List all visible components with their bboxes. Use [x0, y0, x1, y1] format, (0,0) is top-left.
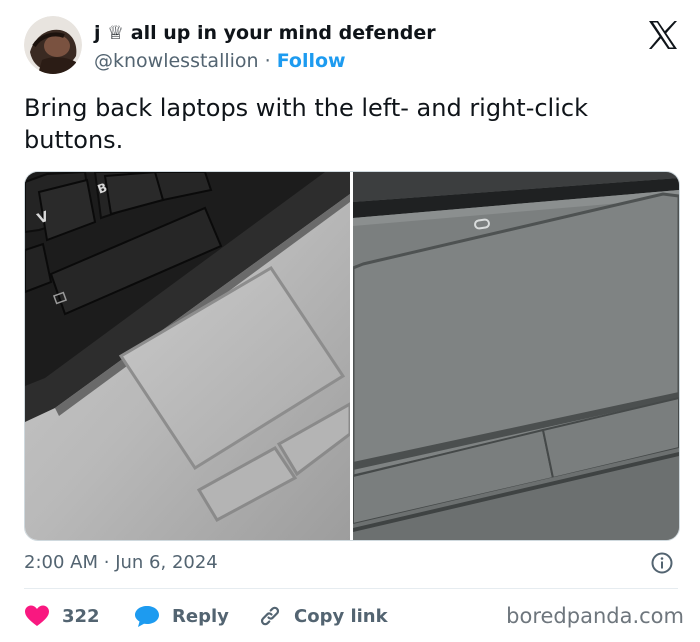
media-grid: V B	[24, 171, 680, 541]
heart-icon	[24, 604, 50, 628]
link-icon	[258, 604, 282, 628]
avatar[interactable]	[24, 16, 82, 74]
tweet-header: j ♕ all up in your mind defender @knowle…	[24, 16, 680, 80]
reply-bubble-icon	[134, 604, 160, 628]
author-display-name[interactable]: j ♕ all up in your mind defender	[94, 22, 436, 44]
photo-laptop-clickpad[interactable]	[353, 172, 679, 540]
follow-button[interactable]: Follow	[277, 50, 346, 72]
reply-label: Reply	[172, 605, 229, 627]
info-icon[interactable]	[651, 552, 673, 574]
timestamp-date: Jun 6, 2024	[115, 552, 218, 573]
handle-separator: ·	[264, 50, 271, 72]
avatar-image	[24, 16, 82, 74]
x-logo-icon[interactable]	[646, 18, 680, 52]
like-count: 322	[62, 605, 100, 627]
tweet-text: Bring back laptops with the left- and ri…	[24, 94, 588, 154]
reply-button[interactable]: Reply	[134, 602, 229, 630]
copy-link-label: Copy link	[294, 605, 388, 627]
timestamp-separator: ·	[103, 552, 110, 573]
tweet-timestamp[interactable]: 2:00 AM · Jun 6, 2024	[24, 552, 218, 573]
copy-link-button[interactable]: Copy link	[258, 602, 388, 630]
timestamp-time: 2:00 AM	[24, 552, 98, 573]
author-handle-line: @knowlesstallion · Follow	[94, 50, 346, 72]
action-divider	[24, 588, 678, 589]
photo-laptop-touchpad-buttons[interactable]: V B	[25, 172, 350, 540]
like-button[interactable]: 322	[24, 602, 100, 630]
author-handle[interactable]: @knowlesstallion	[94, 50, 259, 72]
watermark: boredpanda.com	[506, 604, 684, 628]
